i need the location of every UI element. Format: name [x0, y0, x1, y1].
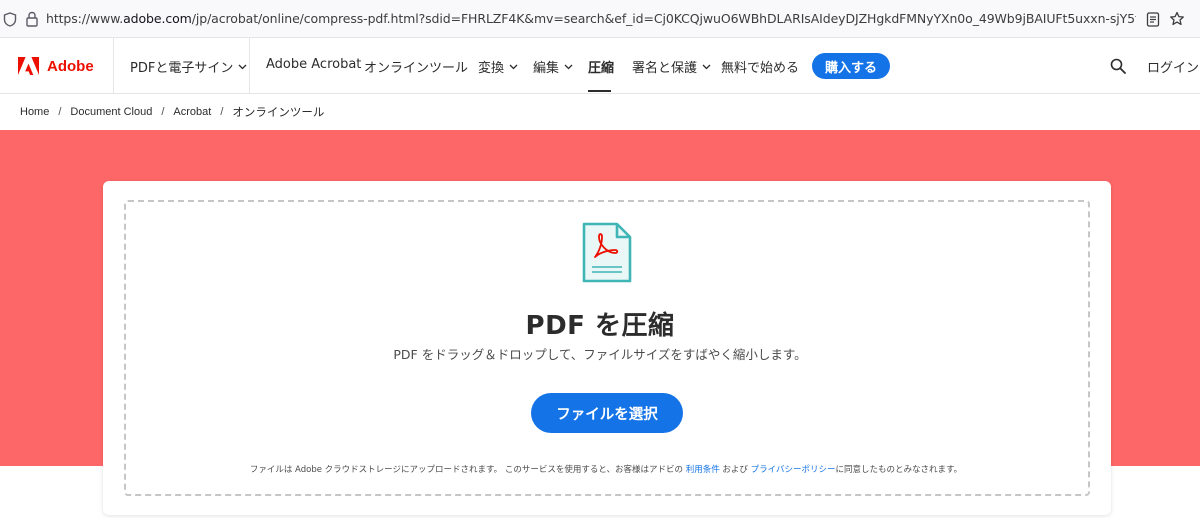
privacy-policy-link[interactable]: プライバシーポリシー [751, 465, 836, 475]
nav-item-online-tools[interactable]: オンラインツール [364, 57, 468, 76]
breadcrumb-home[interactable]: Home [20, 106, 49, 118]
pdf-file-icon [582, 222, 632, 283]
select-file-button[interactable]: ファイルを選択 [531, 393, 683, 433]
nav-item-label: 署名と保護 [632, 61, 698, 76]
nav-item-adobe-acrobat[interactable]: Adobe Acrobat [266, 57, 361, 72]
breadcrumb-acrobat[interactable]: Acrobat [173, 106, 211, 118]
shield-icon[interactable] [3, 12, 17, 27]
breadcrumb: Home / Document Cloud / Acrobat / オンラインツ… [20, 104, 324, 120]
legal-text: ファイルは Adobe クラウドストレージにアップロードされます。 このサービス… [249, 465, 686, 475]
adobe-logo-text: Adobe [47, 57, 94, 75]
nav-item-free-start[interactable]: 無料で始める [721, 57, 799, 76]
browser-address-bar[interactable]: https://www.adobe.com/jp/acrobat/online/… [0, 0, 1200, 38]
legal-text: および [719, 465, 751, 475]
nav-item-edit[interactable]: 編集 [533, 57, 573, 76]
legal-notice: ファイルは Adobe クラウドストレージにアップロードされます。 このサービス… [0, 463, 1200, 475]
breadcrumb-separator: / [220, 106, 224, 118]
chevron-down-icon [564, 64, 573, 69]
nav-item-compress[interactable]: 圧縮 [588, 57, 614, 76]
nav-item-convert[interactable]: 変換 [478, 57, 518, 76]
page-title: PDF を圧縮 [525, 311, 675, 341]
breadcrumb-separator: / [161, 106, 165, 118]
nav-divider [249, 38, 250, 94]
adobe-global-nav: Adobe PDFと電子サイン Adobe Acrobat オンラインツール 変… [0, 38, 1200, 94]
buy-button[interactable]: 購入する [812, 53, 890, 79]
terms-of-use-link[interactable]: 利用条件 [686, 465, 720, 475]
nav-item-sign-protect[interactable]: 署名と保護 [632, 57, 711, 76]
url-prefix: https://www. [46, 11, 124, 26]
active-tab-indicator [588, 90, 611, 92]
chevron-down-icon [238, 64, 247, 69]
adobe-logo[interactable]: Adobe [18, 55, 94, 77]
nav-item-label: PDFと電子サイン [130, 61, 234, 76]
login-link[interactable]: ログイン [1147, 57, 1199, 76]
url-text[interactable]: https://www.adobe.com/jp/acrobat/online/… [46, 11, 1136, 26]
nav-item-label: オンラインツール [364, 61, 469, 76]
url-host: adobe.com [123, 11, 192, 26]
adobe-logo-icon [18, 57, 39, 75]
breadcrumb-current: オンラインツール [232, 105, 325, 119]
nav-item-pdf-esign[interactable]: PDFと電子サイン [130, 57, 247, 76]
reader-view-icon[interactable] [1146, 12, 1160, 27]
nav-item-label: 圧縮 [588, 61, 615, 76]
nav-item-label: Adobe Acrobat [266, 57, 362, 72]
search-icon[interactable] [1110, 58, 1126, 74]
nav-item-label: 編集 [533, 61, 560, 76]
nav-item-label: 無料で始める [721, 61, 800, 76]
lock-icon[interactable] [26, 11, 38, 27]
nav-item-label: 変換 [478, 61, 505, 76]
chevron-down-icon [702, 64, 711, 69]
legal-text: に同意したものとみなされます。 [835, 465, 963, 475]
url-path: /jp/acrobat/online/compress-pdf.html?sdi… [191, 11, 1136, 26]
chevron-down-icon [509, 64, 518, 69]
breadcrumb-separator: / [58, 106, 62, 118]
nav-divider [113, 38, 114, 94]
page-subtitle: PDF をドラッグ＆ドロップして、ファイルサイズをすばやく縮小します。 [393, 347, 807, 362]
bookmark-star-icon[interactable] [1169, 11, 1185, 27]
breadcrumb-document-cloud[interactable]: Document Cloud [70, 106, 152, 118]
